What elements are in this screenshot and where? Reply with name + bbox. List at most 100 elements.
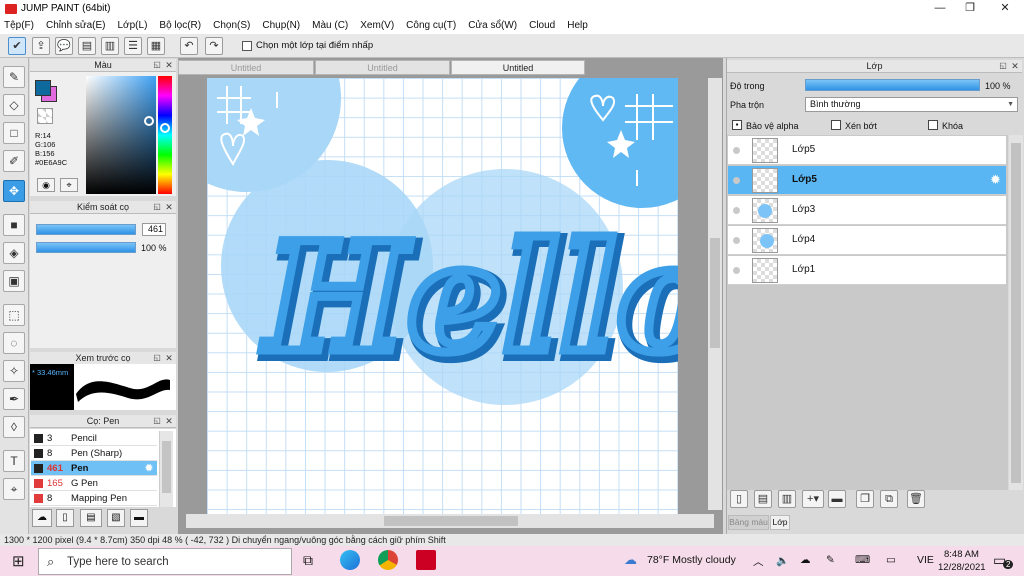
export-icon[interactable]: ⇪ <box>32 37 50 55</box>
lasso-tool-icon[interactable]: ◌ <box>3 332 25 354</box>
comment-icon[interactable]: 💬 <box>55 37 73 55</box>
brush-size-slider[interactable] <box>36 224 136 235</box>
language-indicator[interactable]: VIE <box>917 554 934 566</box>
marquee-tool-icon[interactable]: ⬚ <box>3 304 25 326</box>
select-layer-checkbox[interactable] <box>242 41 252 51</box>
layer-row-selected[interactable]: Lớp5 ✹ <box>728 166 1006 195</box>
move-tool-icon[interactable]: ✥ <box>3 180 25 202</box>
menu-tools[interactable]: Công cụ(T) <box>406 20 456 31</box>
layer-row[interactable]: Lớp1 <box>728 256 1006 285</box>
menu-color[interactable]: Màu (C) <box>312 20 348 31</box>
visibility-icon[interactable] <box>733 267 740 274</box>
new-layer-text-icon[interactable]: ▤ <box>754 490 772 508</box>
merge-layer-icon[interactable]: ⧉ <box>880 490 898 508</box>
hue-slider[interactable] <box>158 76 172 194</box>
drawing-canvas[interactable]: Hello Hello <box>207 78 678 514</box>
undock-icon[interactable]: ◱ <box>998 61 1008 71</box>
menu-layer[interactable]: Lớp(L) <box>118 20 148 31</box>
windows-start-icon[interactable]: ⊞ <box>12 552 25 570</box>
fill-rect-tool-icon[interactable]: ■ <box>3 214 25 236</box>
brush-folder-icon[interactable]: ▬ <box>130 509 148 527</box>
jump-paint-taskbar-icon[interactable] <box>416 550 436 570</box>
cloud-brush-icon[interactable]: ☁ <box>32 509 52 527</box>
menu-window[interactable]: Cửa sổ(W) <box>468 20 517 31</box>
layer-row[interactable]: Lớp4 <box>728 226 1006 255</box>
visibility-icon[interactable] <box>733 147 740 154</box>
taskbar-search[interactable]: ⌕ Type here to search <box>38 548 292 575</box>
folder-icon[interactable]: ▬ <box>828 490 846 508</box>
protect-alpha-checkbox[interactable]: ▪ <box>732 120 742 130</box>
redo-icon[interactable]: ↷ <box>205 37 223 55</box>
undock-icon[interactable]: ◱ <box>152 60 162 70</box>
sv-cursor[interactable] <box>144 116 154 126</box>
brush-tool-icon[interactable]: ✎ <box>3 66 25 88</box>
brush-item[interactable]: 8 Mapping Pen <box>31 491 157 506</box>
gear-icon[interactable]: ✹ <box>145 461 153 476</box>
transparent-swatch[interactable] <box>37 108 53 124</box>
brush-item[interactable]: 8 Pen (Sharp) <box>31 446 157 461</box>
menu-capture[interactable]: Chụp(N) <box>262 20 300 31</box>
select-rect-tool-icon[interactable]: □ <box>3 122 25 144</box>
saturation-value-picker[interactable] <box>86 76 156 194</box>
blend-mode-select[interactable]: Bình thường ▼ <box>805 97 1018 112</box>
menu-view[interactable]: Xem(V) <box>360 20 394 31</box>
clock-time[interactable]: 8:48 AM <box>944 549 979 560</box>
list-icon[interactable]: ☰ <box>124 37 142 55</box>
menu-file[interactable]: Tệp(F) <box>4 20 34 31</box>
page-icon[interactable]: ▥ <box>101 37 119 55</box>
undock-icon[interactable]: ◱ <box>152 202 162 212</box>
check-icon[interactable]: ✔ <box>8 37 26 55</box>
task-view-icon[interactable]: ⧉ <box>303 552 313 569</box>
lock-checkbox[interactable] <box>928 120 938 130</box>
cloud-sync-icon[interactable]: ☁ <box>800 554 811 566</box>
brush-menu-icon[interactable]: ▤ <box>80 509 102 527</box>
undo-icon[interactable]: ↶ <box>180 37 198 55</box>
display-icon[interactable]: ▭ <box>886 554 896 566</box>
brush-settings-icon[interactable]: ▧ <box>107 509 125 527</box>
main-color-swatch[interactable] <box>35 80 51 96</box>
keyboard-icon[interactable]: ⌨ <box>855 554 870 566</box>
menu-select[interactable]: Chọn(S) <box>213 20 250 31</box>
visibility-icon[interactable] <box>733 207 740 214</box>
gear-icon[interactable]: ✹ <box>990 172 1001 188</box>
doc-tab[interactable]: Untitled <box>315 60 450 75</box>
canvas-horizontal-scrollbar[interactable] <box>186 514 714 528</box>
doc-tab[interactable]: Untitled <box>178 60 314 75</box>
clip-checkbox[interactable] <box>831 120 841 130</box>
layer-row[interactable]: Lớp5 <box>728 136 1006 165</box>
doc-tab-active[interactable]: Untitled <box>451 60 585 75</box>
grid-icon[interactable]: ▦ <box>147 37 165 55</box>
trash-icon[interactable]: 🗑 <box>907 490 925 508</box>
close-panel-icon[interactable]: ✕ <box>164 60 174 70</box>
pen-icon[interactable]: ✎ <box>826 554 835 566</box>
tab-layers[interactable]: Lớp <box>770 515 790 530</box>
visibility-icon[interactable] <box>733 177 740 184</box>
hue-cursor[interactable] <box>160 123 170 133</box>
menu-filter[interactable]: Bộ lọc(R) <box>159 20 201 31</box>
maximize-button[interactable]: ❐ <box>955 0 985 17</box>
gradient-tool-icon[interactable]: ▣ <box>3 270 25 292</box>
brush-item-selected[interactable]: 461 Pen ✹ <box>31 461 157 476</box>
close-panel-icon[interactable]: ✕ <box>164 353 174 363</box>
vscroll-thumb[interactable] <box>710 238 720 348</box>
select-pen-tool-icon[interactable]: ✒ <box>3 388 25 410</box>
close-button[interactable]: ✕ <box>990 0 1020 17</box>
pen-tool-icon[interactable]: ✐ <box>3 150 25 172</box>
duplicate-layer-icon[interactable]: ▥ <box>778 490 796 508</box>
canvas-vertical-scrollbar[interactable] <box>708 78 722 510</box>
minimize-button[interactable]: — <box>925 0 955 17</box>
brush-opacity-slider[interactable] <box>36 242 136 253</box>
layer-list-scrollbar[interactable] <box>1009 135 1023 490</box>
new-layer-icon[interactable]: ▯ <box>730 490 748 508</box>
select-eraser-tool-icon[interactable]: ◊ <box>3 416 25 438</box>
magic-wand-tool-icon[interactable]: ✧ <box>3 360 25 382</box>
edge-icon[interactable] <box>340 550 360 570</box>
menu-cloud[interactable]: Cloud <box>529 20 555 31</box>
undock-icon[interactable]: ◱ <box>152 353 162 363</box>
brush-size-value[interactable]: 461 <box>142 223 166 236</box>
layer-opacity-slider[interactable] <box>805 79 980 91</box>
close-panel-icon[interactable]: ✕ <box>1010 61 1020 71</box>
layer-row[interactable]: Lớp3 <box>728 196 1006 225</box>
menu-edit[interactable]: Chỉnh sửa(E) <box>46 20 106 31</box>
brush-list-scrollbar[interactable] <box>159 431 173 507</box>
